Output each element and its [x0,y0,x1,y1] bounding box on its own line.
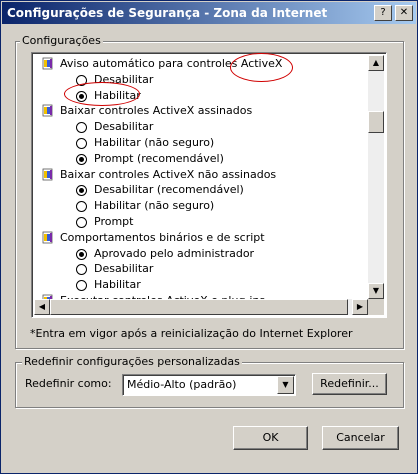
security-level-select[interactable]: Médio-Alto (padrão) ▼ [122,374,296,396]
annotation-ellipse-enable [64,82,140,106]
setting-option-label: Desabilitar (recomendável) [94,183,244,196]
setting-option-label: Habilitar (não seguro) [94,136,215,149]
chevron-down-icon[interactable]: ▼ [277,376,294,394]
radio-icon[interactable] [76,122,87,133]
ok-button[interactable]: OK [233,426,308,450]
setting-option-label: Prompt (recomendável) [94,152,224,165]
horizontal-scrollbar[interactable]: ◀ ▶ [34,299,368,315]
window-title: Configurações de Segurança - Zona da Int… [7,6,328,20]
radio-selected-icon[interactable] [76,185,87,196]
setting-option-label: Prompt [94,215,134,228]
radio-icon[interactable] [76,201,87,212]
scroll-right-button[interactable]: ▶ [352,299,368,315]
settings-item-icon [42,231,53,244]
radio-selected-icon[interactable] [76,249,87,260]
scroll-up-button[interactable]: ▲ [368,55,384,71]
annotation-ellipse-activex [230,53,293,82]
vertical-scroll-thumb[interactable] [368,111,384,133]
help-button[interactable]: ? [374,5,392,21]
security-level-value: Médio-Alto (padrão) [127,378,237,391]
cancel-button[interactable]: Cancelar [322,426,399,450]
radio-icon[interactable] [76,217,87,228]
scroll-left-button[interactable]: ◀ [34,299,50,315]
setting-option-label: Desabilitar [94,120,154,133]
reset-to-label: Redefinir como: [25,377,112,390]
vertical-scrollbar[interactable]: ▲ ▼ [368,55,384,299]
security-settings-dialog: Configurações de Segurança - Zona da Int… [0,0,418,474]
setting-option-label: Desabilitar [94,262,154,275]
radio-selected-icon[interactable] [76,154,87,165]
settings-item-icon [42,57,53,70]
scrollbar-corner [368,299,384,315]
reset-button[interactable]: Redefinir... [312,373,387,395]
restart-footnote: *Entra em vigor após a reinicialização d… [30,327,353,340]
horizontal-scroll-thumb[interactable] [50,299,348,315]
setting-option-label: Habilitar (não seguro) [94,199,215,212]
radio-icon[interactable] [76,138,87,149]
setting-heading-label: Baixar controles ActiveX não assinados [60,168,277,181]
scroll-down-button[interactable]: ▼ [368,283,384,299]
reset-group-label: Redefinir configurações personalizadas [22,355,242,368]
close-button[interactable]: ✕ [395,5,413,21]
setting-heading-label: Comportamentos binários e de script [60,231,265,244]
setting-heading-label: Baixar controles ActiveX assinados [60,104,253,117]
setting-option-label: Aprovado pelo administrador [94,247,255,260]
settings-item-icon [42,104,53,117]
title-bar[interactable]: Configurações de Segurança - Zona da Int… [2,2,416,24]
radio-icon[interactable] [76,280,87,291]
settings-group-label: Configurações [20,34,103,47]
radio-icon[interactable] [76,264,87,275]
settings-item-icon [42,168,53,181]
setting-option-label: Habilitar [94,278,141,291]
